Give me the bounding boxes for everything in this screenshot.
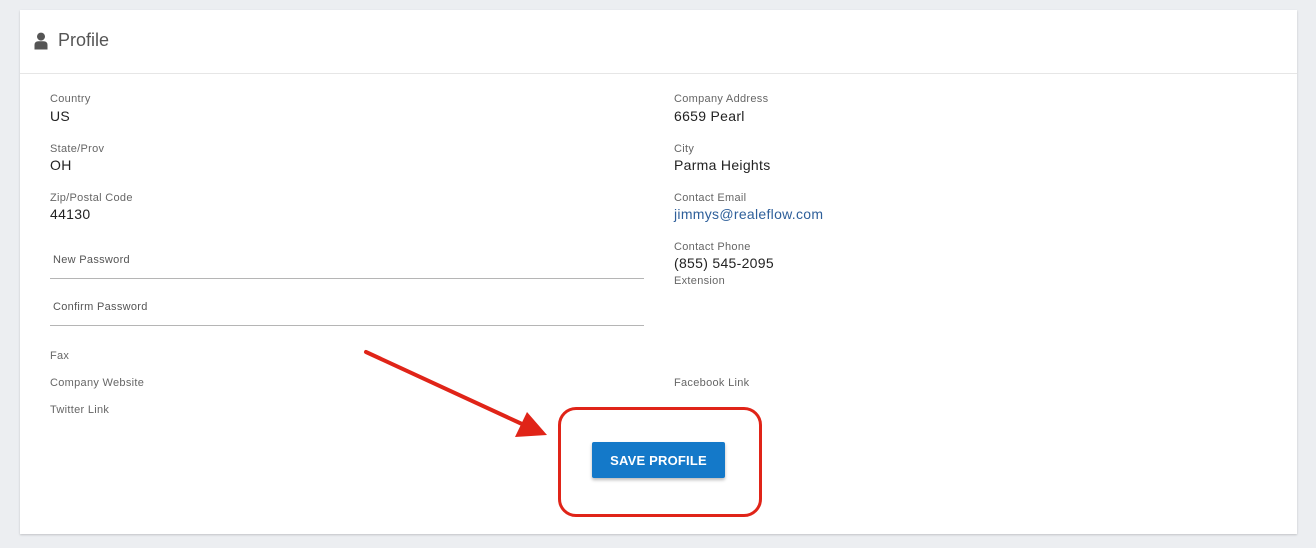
annotation-arrow [364, 350, 547, 437]
